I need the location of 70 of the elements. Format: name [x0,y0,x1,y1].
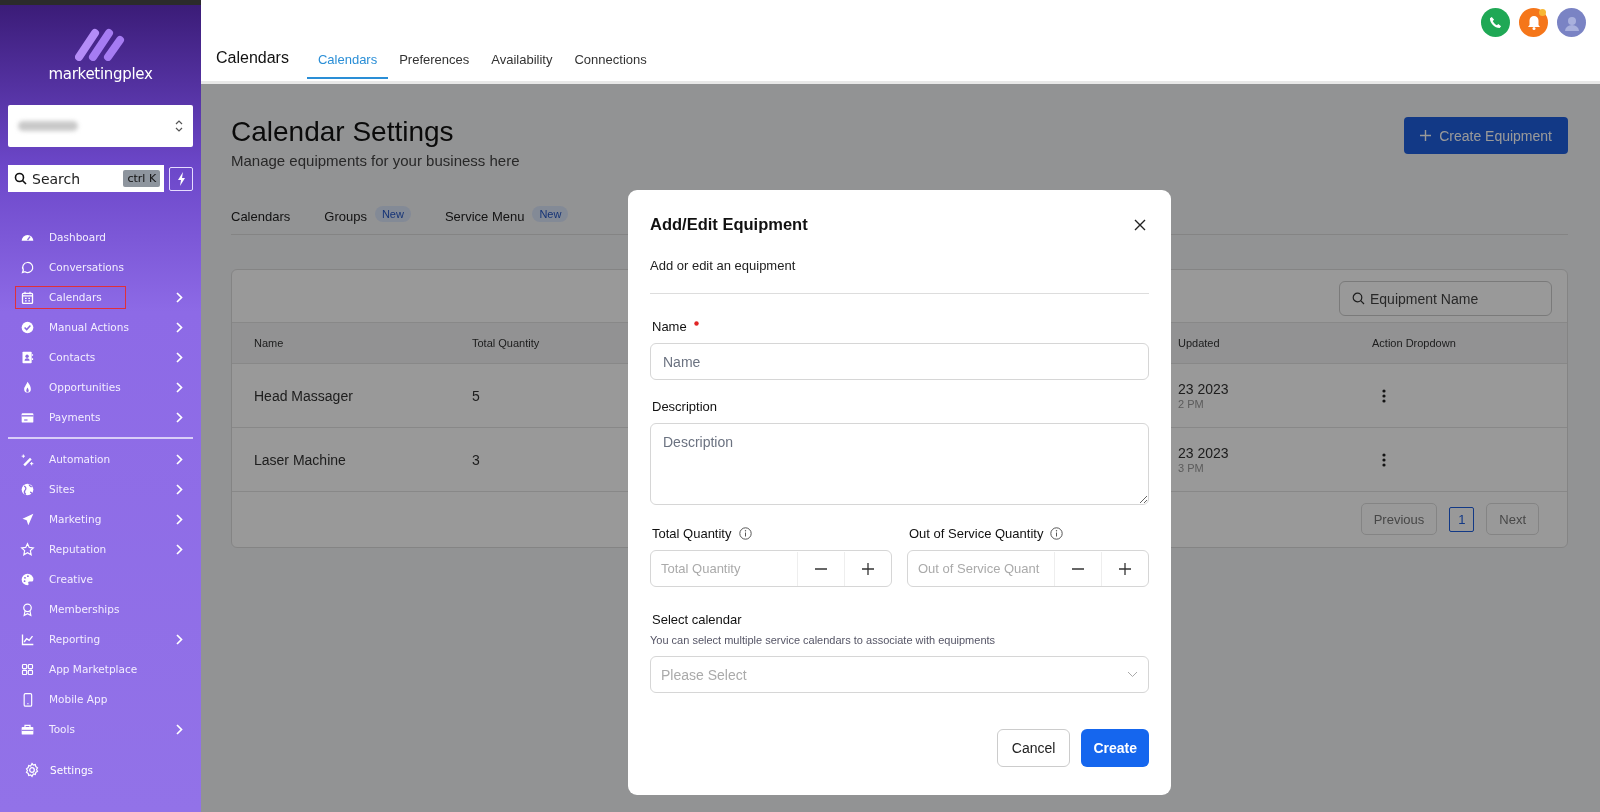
calendar-select[interactable]: Please Select [650,656,1149,693]
column-header: Total Quantity [472,337,541,349]
table-cell-text: 3 PM [1178,462,1205,474]
header-tab[interactable]: Connections [563,41,658,79]
search-placeholder: Equipment Name [1370,290,1479,307]
field-label: Total Quantity [652,526,732,541]
content-tab[interactable]: Service Menu [444,209,525,224]
page-number-button[interactable]: 1 [1449,506,1475,532]
sidebar-item[interactable]: Conversations [15,255,129,279]
settings-item[interactable]: Settings [22,760,96,780]
create-button[interactable]: Create [1081,729,1149,767]
page-title: Calendar Settings [231,116,455,148]
quantity-stepper[interactable]: Total Quantity [650,550,892,587]
quantity-stepper[interactable]: Out of Service Quant [907,550,1149,587]
table-cell-text: 3 [472,451,481,468]
sidebar-item[interactable]: Manual Actions [15,315,134,339]
sidebar-item[interactable]: Payments [15,405,126,429]
header-tab[interactable]: Calendars [306,41,389,79]
table-cell-text: 5 [472,387,481,404]
next-button[interactable]: Next [1486,503,1539,535]
sidebar-item[interactable]: Opportunities [15,375,126,399]
sidebar-item[interactable]: Automation [15,447,126,471]
sidebar-item[interactable]: Reputation [15,537,126,561]
new-badge: New [532,205,569,222]
field-hint: You can select multiple service calendars to associate with equipments [650,634,997,646]
quantity-placeholder: Total Quantity [660,561,742,576]
table-cell-text: 23 2023 [1178,445,1230,461]
search-field[interactable]: Search ctrl K [8,165,165,192]
sidebar-item[interactable]: Marketing [15,507,126,531]
sidebar-item[interactable]: App Marketplace [15,657,143,681]
new-badge: New [374,205,411,222]
page-section-title: Calendars [216,48,289,68]
field-label: Out of Service Quantity [909,526,1044,541]
equipment-search-field[interactable]: Equipment Name [1339,281,1552,316]
table-cell-text: 2 PM [1178,398,1205,410]
table-cell-text: Head Massager [254,387,354,404]
sidebar-item[interactable]: Dashboard [15,225,126,249]
content-tab[interactable]: Calendars [231,209,291,224]
field-label: Name [652,319,687,334]
name-input[interactable]: Name [650,343,1149,380]
sidebar-item[interactable]: Tools [15,717,126,741]
shortcut-badge: ctrl K [123,170,161,187]
sidebar-item[interactable]: Reporting [15,627,126,651]
select-placeholder: Please Select [661,666,747,683]
column-header: Name [254,337,285,349]
previous-button[interactable]: Previous [1360,503,1438,535]
sidebar-item[interactable]: Creative [15,567,126,591]
dialog-title: Add/Edit Equipment [650,215,808,234]
column-header: Updated [1178,337,1221,349]
sidebar-item[interactable]: Mobile App [15,687,126,711]
column-header: Action Dropdown [1372,337,1457,349]
table-cell-text: Laser Machine [254,451,347,468]
quantity-placeholder: Out of Service Quant [917,561,1041,576]
create-equipment-button[interactable]: Create Equipment [1404,117,1568,154]
header-tab[interactable]: Preferences [388,41,481,79]
field-label: Description [652,399,718,414]
sidebar-item[interactable]: Contacts [15,345,126,369]
sidebar-item[interactable]: Sites [15,477,126,501]
dialog-subtitle: Add or edit an equipment [650,258,797,273]
search-placeholder: Search [32,170,82,187]
content-tab[interactable]: Groups [324,209,367,224]
description-textarea[interactable]: Description [650,423,1149,505]
page-subtitle: Manage equipments for your business here [231,152,520,169]
logo-text: marketingplex [48,65,153,83]
header-tab[interactable]: Availability [480,41,564,79]
field-label: Select calendar [652,612,742,627]
sidebar-item[interactable]: Memberships [15,597,126,621]
sidebar-item[interactable]: Calendars [15,285,126,309]
table-cell-text: 23 2023 [1178,381,1230,397]
cancel-button[interactable]: Cancel [996,729,1071,767]
